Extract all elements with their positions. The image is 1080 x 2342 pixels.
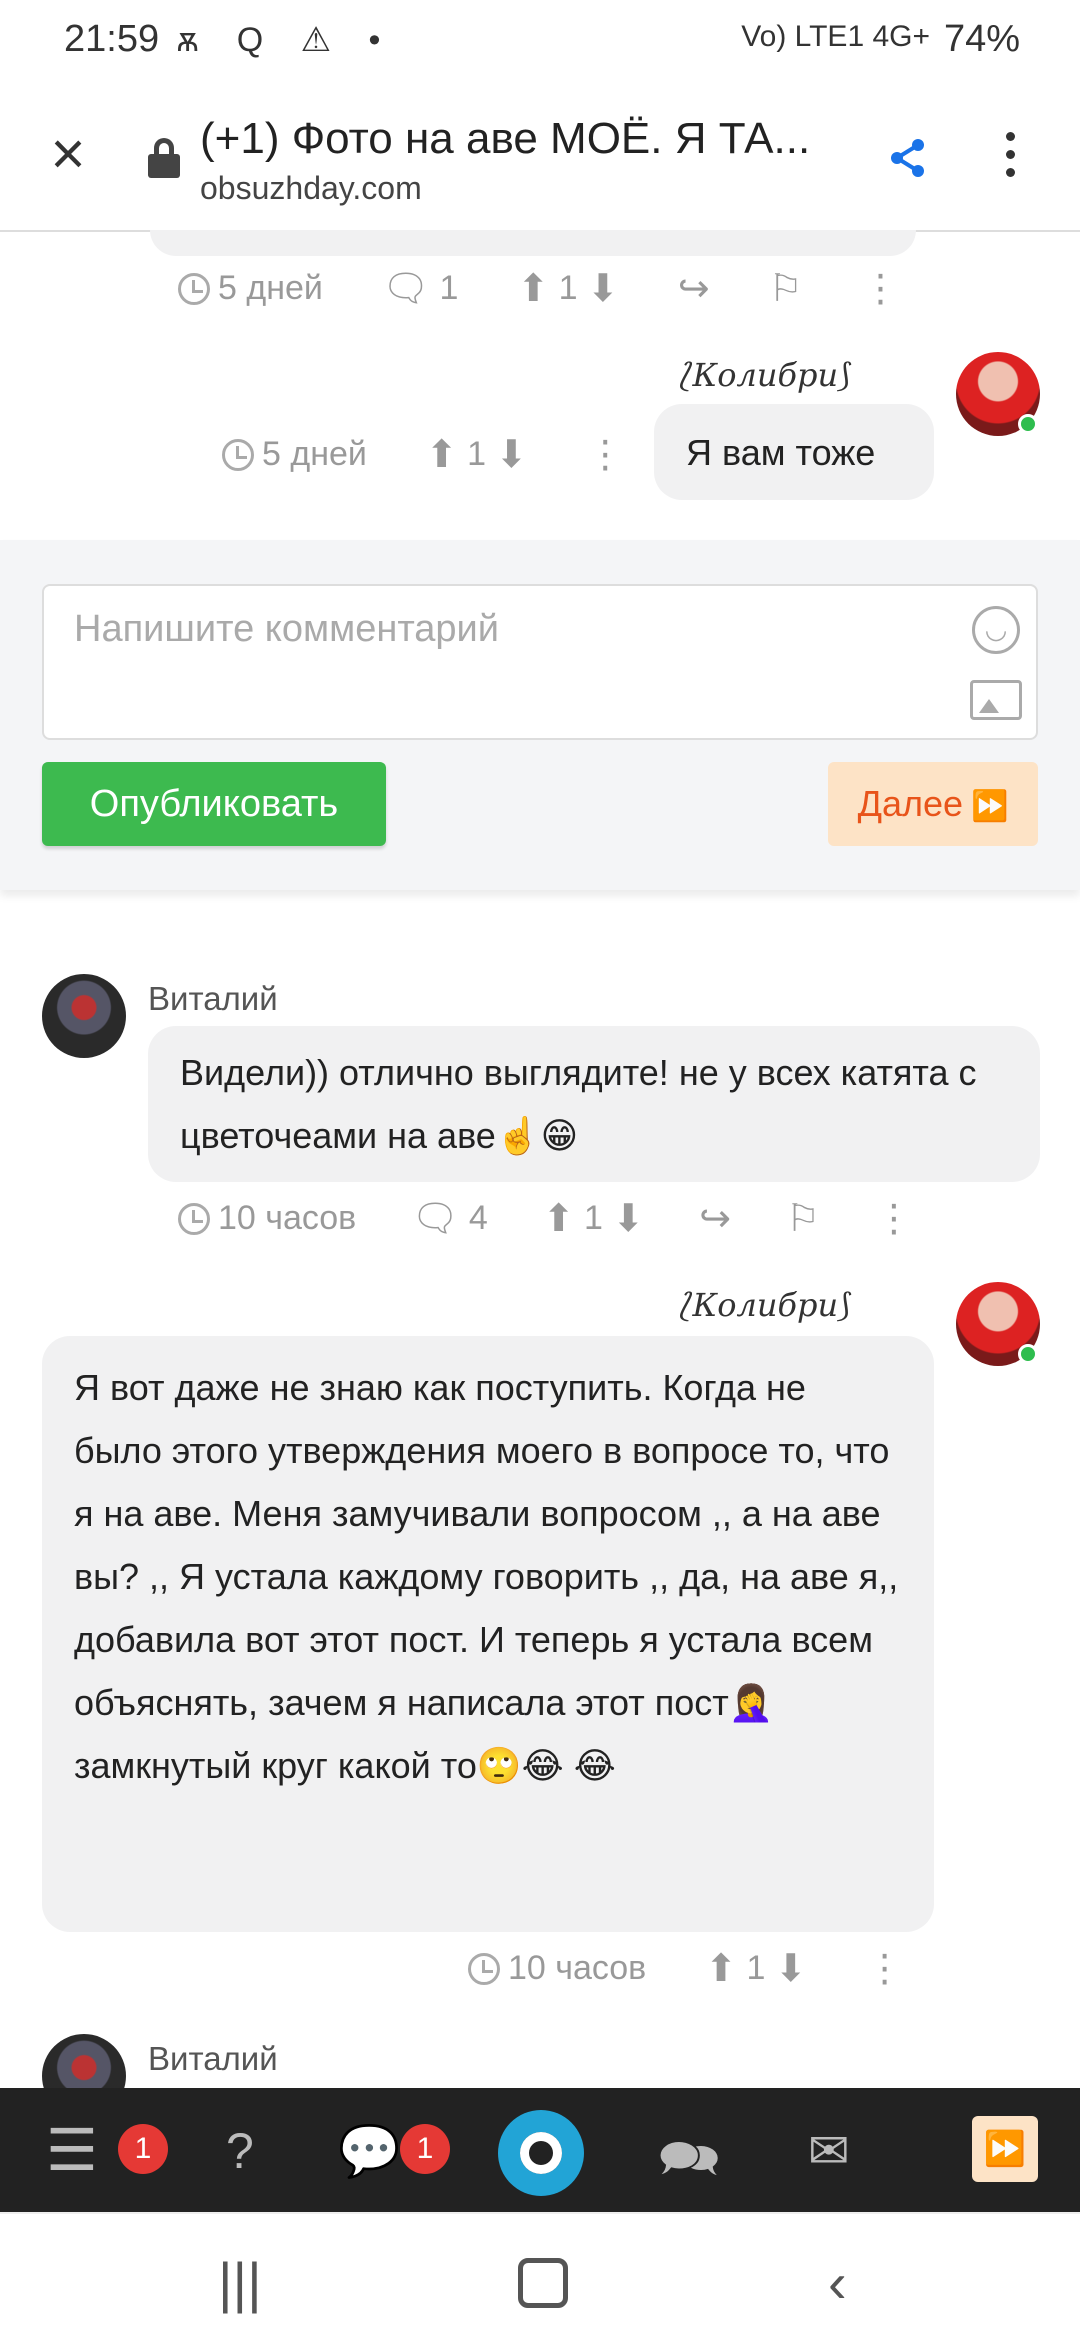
share-reply-icon[interactable]: ↪ (699, 1196, 731, 1241)
back-icon[interactable]: ‹ (828, 2250, 847, 2315)
more-icon[interactable]: ⋮ (586, 432, 624, 477)
network-indicator: Vo) LTE1 4G+ (741, 20, 930, 53)
downvote-icon[interactable]: ⬇ (495, 432, 527, 477)
comments-badge: 1 (400, 2124, 450, 2174)
fast-forward-icon: ⏩ (971, 790, 1009, 823)
flag-icon[interactable]: ⚐ (768, 266, 802, 311)
battery-level: 74% (943, 18, 1020, 60)
recent-apps-icon[interactable]: ||| (218, 2250, 262, 2315)
lock-icon[interactable] (148, 138, 180, 178)
notification-icons: ѫ Q ⚠ • (176, 21, 395, 59)
replies-icon[interactable]: 🗨 (411, 1197, 459, 1241)
downvote-icon[interactable]: ⬇ (587, 266, 619, 311)
comment-composer: Напишите комментарий ◡ Опубликовать Дале… (0, 540, 1080, 890)
vote-count: 1 (746, 1949, 766, 1987)
clock-icon (222, 438, 254, 471)
more-icon[interactable]: ⋮ (875, 1196, 913, 1241)
home-icon[interactable] (518, 2258, 568, 2308)
emoji-icon[interactable]: ◡ (972, 606, 1020, 654)
fast-forward-button[interactable]: ⏩ (972, 2116, 1038, 2182)
comment-meta: 10 часов 🗨 4 ⬆ 1 ⬇ ↪ ⚐ ⋮ (178, 1196, 913, 1241)
clock-icon (468, 1952, 500, 1985)
comment-bubble: Я вот даже не знаю как поступить. Когда … (42, 1336, 934, 1932)
comment-bubble: Видели)) отлично выглядите! не у всех ка… (148, 1026, 1040, 1182)
image-upload-icon[interactable] (970, 680, 1022, 720)
vote-count: 1 (558, 269, 578, 307)
more-icon[interactable]: ⋮ (866, 1946, 904, 1991)
publish-button[interactable]: Опубликовать (42, 762, 386, 846)
menu-badge: 1 (118, 2124, 168, 2174)
status-bar: 21:59 ѫ Q ⚠ • Vo) LTE1 4G+ 74% (0, 0, 1080, 86)
author-name[interactable]: Виталий (148, 980, 278, 1018)
flag-icon[interactable]: ⚐ (786, 1196, 820, 1241)
replies-icon[interactable]: 🗨 (382, 267, 430, 311)
comment-bubble: Я вам тоже (654, 404, 934, 500)
upvote-icon[interactable]: ⬆ (426, 432, 458, 477)
upvote-icon[interactable]: ⬆ (705, 1946, 737, 1991)
questions-icon[interactable]: ? (226, 2122, 254, 2180)
status-time: 21:59 (64, 18, 160, 60)
share-reply-icon[interactable]: ↪ (678, 266, 710, 311)
discussions-icon[interactable]: 🗪 (658, 2122, 720, 2207)
comment-time: 5 дней (262, 435, 367, 473)
page-title[interactable]: (+1) Фото на аве МОЁ. Я ТА... (200, 114, 810, 164)
next-button[interactable]: Далее ⏩ (828, 762, 1038, 846)
comment-time: 10 часов (508, 1949, 647, 1987)
clock-icon (178, 272, 210, 305)
author-name[interactable]: ⟅Колибри⟆ (680, 1286, 851, 1324)
online-indicator (1018, 414, 1038, 434)
page-url[interactable]: obsuzhday.com (200, 170, 422, 207)
comment-meta: 5 дней ⬆ 1 ⬇ ⋮ (222, 432, 624, 477)
downvote-icon[interactable]: ⬇ (612, 1196, 644, 1241)
avatar[interactable] (42, 974, 126, 1058)
system-navigation: ||| ‹ (0, 2212, 1080, 2342)
author-name[interactable]: ⟅Колибри⟆ (680, 356, 851, 394)
online-indicator (1018, 1344, 1038, 1364)
more-icon[interactable]: ⋮ (861, 266, 899, 311)
comment-placeholder: Напишите комментарий (74, 608, 500, 650)
replies-count[interactable]: 1 (439, 269, 458, 308)
close-icon[interactable]: × (40, 124, 96, 184)
comment-time: 5 дней (218, 269, 323, 307)
previous-comment-bubble (150, 230, 916, 256)
vote-count: 1 (467, 435, 486, 473)
replies-count[interactable]: 4 (469, 1199, 488, 1238)
upvote-icon[interactable]: ⬆ (517, 266, 549, 311)
browser-toolbar: × (+1) Фото на аве МОЁ. Я ТА... obsuzhda… (0, 86, 1080, 232)
comments-icon[interactable]: 💬 (338, 2122, 400, 2181)
author-name[interactable]: Виталий (148, 2040, 278, 2078)
clock-icon (178, 1202, 210, 1235)
bottom-navigation: ☰ 1 ? 💬 1 🗪 ✉ ⏩ (0, 2088, 1080, 2212)
create-button[interactable] (498, 2110, 584, 2196)
upvote-icon[interactable]: ⬆ (543, 1196, 575, 1241)
comment-time: 10 часов (218, 1199, 357, 1237)
share-icon[interactable] (886, 136, 930, 180)
downvote-icon[interactable]: ⬇ (775, 1946, 807, 1991)
menu-icon[interactable]: ☰ (46, 2116, 98, 2184)
comment-meta-prev: 5 дней 🗨 1 ⬆ 1 ⬇ ↪ ⚐ ⋮ (178, 266, 899, 311)
comment-input[interactable]: Напишите комментарий ◡ (42, 584, 1038, 740)
messages-icon[interactable]: ✉ (808, 2122, 850, 2180)
vote-count: 1 (583, 1199, 603, 1237)
comment-meta: 10 часов ⬆ 1 ⬇ ⋮ (468, 1946, 904, 1991)
more-options-icon[interactable] (1000, 132, 1020, 188)
